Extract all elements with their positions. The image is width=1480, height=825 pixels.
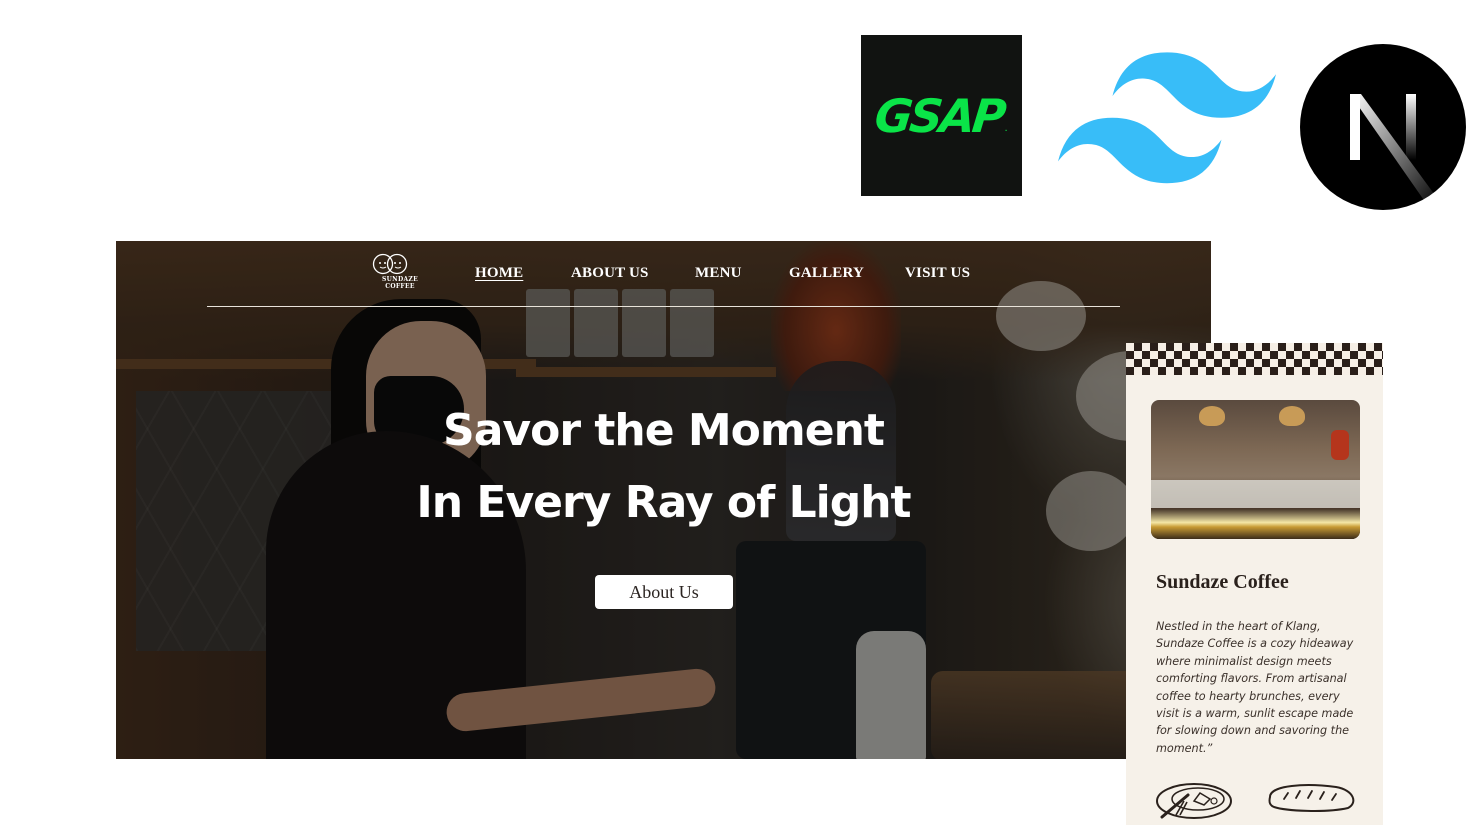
- nav-about-us[interactable]: ABOUT US: [571, 265, 649, 282]
- hero-title-line-2: In Every Ray of Light: [416, 477, 911, 528]
- mobile-description: Nestled in the heart of Klang, Sundaze C…: [1156, 620, 1354, 755]
- gsap-logo-text: GSAP: [872, 88, 1007, 143]
- hero-title-line-1: Savor the Moment: [443, 405, 885, 456]
- photo-string-lights: [1151, 509, 1360, 539]
- nav-menu[interactable]: MENU: [695, 265, 742, 282]
- nav-visit-us[interactable]: VISIT US: [905, 265, 970, 282]
- nav-gallery[interactable]: GALLERY: [789, 265, 864, 282]
- sundaze-logo-text: SUNDAZE COFFEE: [382, 276, 418, 290]
- mobile-preview: Sundaze Coffee Nestled in the heart of K…: [1126, 343, 1383, 825]
- gsap-logo: GSAP .: [861, 35, 1022, 196]
- photo-red-figure: [1331, 430, 1349, 460]
- nav-home[interactable]: HOME: [475, 265, 523, 282]
- sundaze-logo-faces-icon: [372, 253, 408, 275]
- photo-lamp: [1199, 406, 1225, 426]
- photo-lamp: [1279, 406, 1305, 426]
- about-us-button[interactable]: About Us: [595, 575, 733, 609]
- mobile-title: Sundaze Coffee: [1156, 571, 1289, 593]
- tailwind-logo: [1058, 52, 1276, 184]
- plate-cutlery-icon: [1156, 783, 1232, 819]
- photo-counter: [1151, 480, 1360, 508]
- bread-icon: [1268, 784, 1355, 812]
- hero-section: SUNDAZE COFFEE HOME ABOUT US MENU GALLER…: [116, 241, 1211, 759]
- gsap-logo-dot: .: [1004, 123, 1008, 134]
- hero-navbar: SUNDAZE COFFEE HOME ABOUT US MENU GALLER…: [207, 241, 1120, 307]
- sundaze-logo[interactable]: SUNDAZE COFFEE: [370, 253, 430, 290]
- nextjs-logo: [1300, 44, 1466, 210]
- checker-border: [1126, 343, 1383, 375]
- cafe-interior-photo: [1151, 400, 1360, 539]
